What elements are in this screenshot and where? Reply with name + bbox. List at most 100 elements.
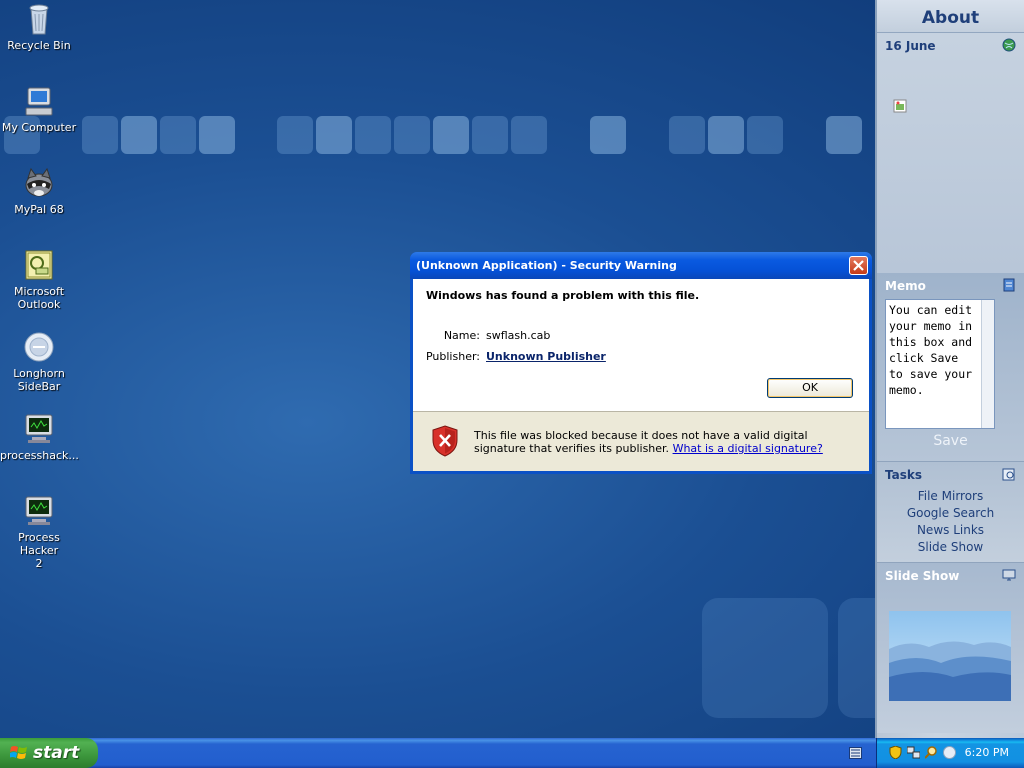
- security-shield-icon: [432, 425, 458, 457]
- memo-scrollbar[interactable]: [981, 300, 994, 428]
- icon-label: Microsoft: [13, 285, 65, 298]
- desktop-icon-outlook[interactable]: Microsoft Outlook: [0, 248, 78, 311]
- memo-line: your memo in: [889, 319, 973, 333]
- notepad-icon[interactable]: [1002, 278, 1016, 292]
- raccoon-browser-icon: [25, 167, 53, 197]
- security-warning-dialog: (Unknown Application) - Security Warning…: [410, 252, 872, 474]
- computer-icon: [25, 87, 53, 116]
- security-center-icon[interactable]: [889, 746, 902, 759]
- sidebar: About 16 June Memo You can edit your mem…: [875, 0, 1024, 738]
- wallpaper-tile: [511, 116, 547, 154]
- icon-label: Outlook: [17, 298, 61, 311]
- memo-line: click Save: [889, 351, 959, 365]
- dialog-titlebar[interactable]: (Unknown Application) - Security Warning: [410, 252, 872, 279]
- digital-signature-link[interactable]: What is a digital signature?: [673, 442, 823, 455]
- slideshow-image[interactable]: [889, 611, 1011, 701]
- wallpaper-tile: [826, 116, 862, 154]
- process-hacker-icon: [25, 414, 53, 443]
- magnifier-icon[interactable]: [925, 746, 938, 759]
- recycle-bin-icon: [29, 4, 49, 35]
- taskbar: start 6:20 PM: [0, 738, 1024, 768]
- calendar-date: 16 June: [885, 39, 936, 53]
- system-tray: 6:20 PM: [876, 738, 1024, 768]
- sidebar-tray-icon[interactable]: [943, 746, 956, 759]
- start-button[interactable]: start: [0, 738, 98, 768]
- desktop-icon-mypal[interactable]: MyPal 68: [0, 166, 78, 216]
- task-link[interactable]: Google Search: [877, 505, 1024, 522]
- outlook-icon: [25, 250, 53, 280]
- wallpaper-tile: [316, 116, 352, 154]
- wallpaper-tile: [199, 116, 235, 154]
- slideshow-title: Slide Show: [885, 569, 960, 583]
- close-button[interactable]: [849, 256, 868, 275]
- name-label: Name:: [443, 329, 480, 342]
- memo-title: Memo: [885, 279, 926, 293]
- globe-icon[interactable]: [1002, 38, 1016, 52]
- sidebar-icon: [24, 332, 54, 362]
- wallpaper-tile: [121, 116, 157, 154]
- memo-heading: Memo: [877, 273, 1024, 299]
- wallpaper-tile: [433, 116, 469, 154]
- memo-textbox[interactable]: You can edit your memo in this box and c…: [885, 299, 995, 429]
- sidebar-about[interactable]: About: [877, 0, 1024, 33]
- tasks-title: Tasks: [885, 468, 923, 482]
- windows-flag-icon: [10, 746, 27, 759]
- dialog-file-info: Windows has found a problem with this fi…: [413, 279, 869, 412]
- publisher-link[interactable]: Unknown Publisher: [486, 350, 606, 363]
- wallpaper-tile: [838, 598, 875, 718]
- memo-line: to save your: [889, 367, 973, 381]
- icon-label: Process Hacker: [18, 531, 60, 557]
- wallpaper-tile: [708, 116, 744, 154]
- publisher-label: Publisher:: [425, 350, 480, 363]
- memo-line: memo.: [889, 383, 924, 397]
- calendar-heading: 16 June: [877, 33, 1024, 59]
- icon-label: Recycle Bin: [7, 39, 71, 52]
- wallpaper-tile: [669, 116, 705, 154]
- wallpaper-tile: [160, 116, 196, 154]
- start-label: start: [33, 743, 80, 763]
- calendar-panel: 16 June: [877, 33, 1024, 273]
- slideshow-heading: Slide Show: [877, 563, 1024, 589]
- wallpaper-tile: [355, 116, 391, 154]
- broken-image-icon: [893, 99, 907, 113]
- memo-panel: Memo You can edit your memo in this box …: [877, 273, 1024, 461]
- close-icon: [853, 260, 864, 271]
- tasks-panel: Tasks File Mirrors Google Search News Li…: [877, 461, 1024, 562]
- icon-label: MyPal 68: [14, 203, 64, 216]
- keyboard-icon[interactable]: [849, 747, 862, 759]
- tasks-heading: Tasks: [877, 462, 1024, 488]
- wallpaper-tile: [747, 116, 783, 154]
- monitor-icon[interactable]: [1002, 568, 1016, 582]
- wallpaper-tile: [702, 598, 828, 718]
- dialog-body: Windows has found a problem with this fi…: [413, 279, 869, 471]
- icon-label: 2: [35, 557, 43, 570]
- network-icon[interactable]: [907, 746, 920, 759]
- task-link[interactable]: News Links: [877, 522, 1024, 539]
- blocked-message: This file was blocked because it does no…: [474, 429, 854, 455]
- desktop-icon-my-computer[interactable]: My Computer: [0, 84, 78, 134]
- wallpaper-tile: [394, 116, 430, 154]
- task-link[interactable]: Slide Show: [877, 539, 1024, 556]
- process-hacker-icon: [25, 496, 53, 525]
- wallpaper-tile: [277, 116, 313, 154]
- tasks-icon[interactable]: [1002, 467, 1016, 481]
- desktop-icon-process-hacker-2[interactable]: Process Hacker 2: [0, 494, 78, 570]
- dialog-heading: Windows has found a problem with this fi…: [426, 289, 700, 302]
- slideshow-panel: Slide Show: [877, 562, 1024, 733]
- wallpaper-tile: [82, 116, 118, 154]
- desktop-icon-recycle-bin[interactable]: Recycle Bin: [0, 2, 78, 52]
- ok-button[interactable]: OK: [767, 378, 853, 398]
- icon-label: processhack...: [0, 449, 79, 462]
- icon-label: Longhorn: [13, 367, 65, 380]
- wallpaper-tile: [472, 116, 508, 154]
- memo-save-button[interactable]: Save: [877, 433, 1024, 449]
- wallpaper-tile: [590, 116, 626, 154]
- icon-label: My Computer: [1, 121, 77, 134]
- desktop-icon-processhacker[interactable]: processhack...: [0, 412, 79, 462]
- clock[interactable]: 6:20 PM: [965, 746, 1009, 759]
- file-name-value: swflash.cab: [486, 329, 551, 342]
- icon-label: SideBar: [17, 380, 61, 393]
- task-link[interactable]: File Mirrors: [877, 488, 1024, 505]
- desktop-icon-longhorn-sidebar[interactable]: Longhorn SideBar: [0, 330, 78, 393]
- memo-line: You can edit: [889, 303, 973, 317]
